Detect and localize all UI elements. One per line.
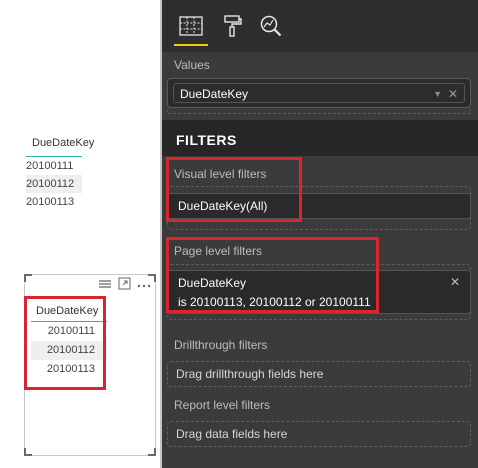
- highlight-box-page-filters: [166, 237, 379, 313]
- table-row: 20100113: [26, 196, 75, 208]
- drillthrough-filters-label: Drillthrough filters: [174, 338, 268, 352]
- values-label: Values: [174, 58, 210, 72]
- drag-handle-icon[interactable]: [98, 278, 112, 292]
- focus-mode-icon[interactable]: [118, 277, 131, 293]
- table-visual-top[interactable]: DueDateKey 20100111 20100112 20100113: [26, 133, 94, 211]
- more-options-icon[interactable]: [137, 278, 151, 292]
- highlight-box-visual-filters: [166, 157, 302, 222]
- fields-icon[interactable]: [174, 14, 208, 46]
- visual-header-toolbar: [98, 277, 151, 293]
- table-row: 20100112: [26, 175, 82, 193]
- format-paint-roller-icon[interactable]: [220, 14, 246, 38]
- close-icon[interactable]: ✕: [450, 275, 460, 289]
- values-well[interactable]: DueDateKey ▼ ✕: [167, 78, 471, 108]
- resize-handle[interactable]: [24, 448, 32, 456]
- column-header[interactable]: DueDateKey: [26, 133, 94, 157]
- report-level-drop-zone[interactable]: Drag data fields here: [167, 421, 471, 447]
- filters-heading: FILTERS: [162, 120, 478, 156]
- report-canvas: DueDateKey 20100111 20100112 20100113 Du…: [0, 0, 160, 468]
- visualizations-pane: Values DueDateKey ▼ ✕ FILTERS Visual lev…: [162, 0, 478, 468]
- close-icon[interactable]: ✕: [448, 84, 458, 104]
- report-level-filters-label: Report level filters: [174, 398, 271, 412]
- values-field-name: DueDateKey: [180, 87, 249, 101]
- analytics-magnifier-icon[interactable]: [258, 14, 284, 38]
- highlight-box-table: [24, 296, 106, 390]
- pane-tabs: [162, 0, 478, 52]
- chevron-down-icon[interactable]: ▼: [433, 84, 442, 104]
- table-row: 20100111: [26, 160, 74, 172]
- values-drop-area[interactable]: [167, 108, 471, 114]
- resize-handle[interactable]: [148, 448, 156, 456]
- values-field-chip[interactable]: DueDateKey ▼ ✕: [173, 83, 465, 103]
- resize-handle[interactable]: [24, 274, 32, 282]
- drillthrough-drop-zone[interactable]: Drag drillthrough fields here: [167, 361, 471, 387]
